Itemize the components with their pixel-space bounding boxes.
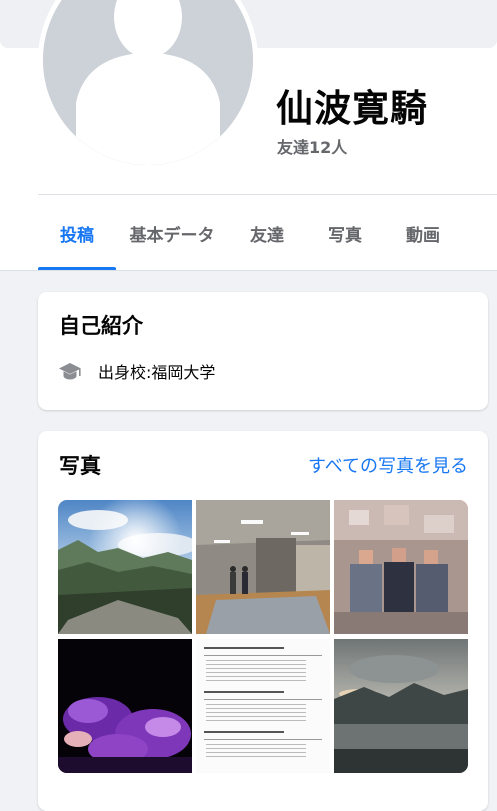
photo-cloudy-mountain-lake[interactable] <box>334 639 468 773</box>
see-all-photos-link[interactable]: すべての写真を見る <box>308 452 468 478</box>
education-label: 出身校: <box>98 363 152 382</box>
photos-title: 写真 <box>59 454 101 478</box>
friends-count-link[interactable]: 友達12人 <box>277 134 347 158</box>
photo-indoor-lobby[interactable] <box>196 500 330 634</box>
profile-tabs: 投稿 基本データ 友達 写真 動画 <box>38 196 462 270</box>
photos-card: 写真 すべての写真を見る <box>38 431 488 811</box>
photo-group-portrait[interactable] <box>334 500 468 634</box>
photo-purple-night-trees[interactable] <box>58 639 192 773</box>
profile-avatar[interactable] <box>38 0 258 170</box>
default-avatar-silhouette-icon <box>43 0 253 165</box>
tab-videos[interactable]: 動画 <box>384 196 462 270</box>
photo-grid <box>58 500 468 773</box>
graduation-cap-icon <box>58 359 82 383</box>
tab-about[interactable]: 基本データ <box>116 196 228 270</box>
intro-card: 自己紹介 出身校: 福岡大学 <box>38 292 488 410</box>
profile-header: 仙波寛騎 友達12人 投稿 基本データ 友達 写真 動画 <box>0 0 497 271</box>
photo-results-document[interactable] <box>196 639 330 773</box>
tab-posts[interactable]: 投稿 <box>38 196 116 270</box>
profile-name: 仙波寛騎 <box>276 87 428 130</box>
intro-title: 自己紹介 <box>59 314 143 338</box>
education-school-link[interactable]: 福岡大学 <box>151 359 215 383</box>
education-row: 出身校: 福岡大学 <box>58 359 215 383</box>
photo-mountain-valley[interactable] <box>58 500 192 634</box>
tab-photos[interactable]: 写真 <box>306 196 384 270</box>
tab-friends[interactable]: 友達 <box>228 196 306 270</box>
header-divider <box>38 194 497 195</box>
